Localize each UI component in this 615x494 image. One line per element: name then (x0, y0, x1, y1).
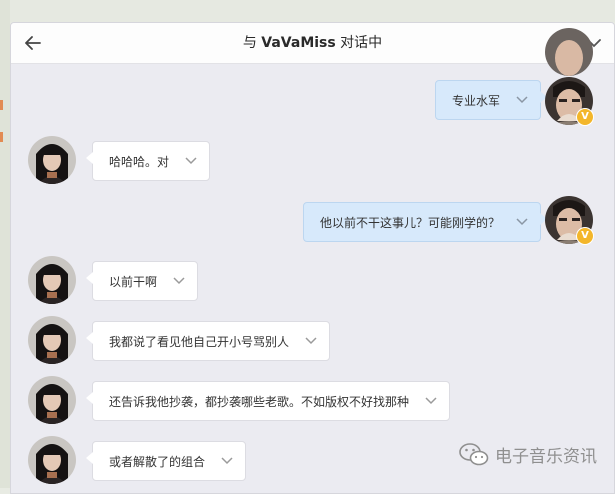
chevron-down-icon[interactable] (305, 337, 317, 345)
wechat-icon (459, 443, 489, 466)
message-list[interactable]: 专业水军 V 哈哈哈。对 他以前不干这事儿？可能刚学的？ V 以前干啊 我都说了… (11, 28, 614, 493)
message-bubble-incoming[interactable]: 哈哈哈。对 (85, 141, 211, 181)
watermark-text: 电子音乐资讯 (495, 446, 597, 467)
contact-avatar[interactable] (28, 256, 76, 304)
verified-badge: V (576, 108, 594, 126)
message-bubble-outgoing[interactable]: 他以前不干这事儿？可能刚学的？ (303, 202, 548, 242)
contact-name: VaVaMiss (261, 35, 336, 51)
chevron-down-icon[interactable] (173, 277, 185, 285)
message-text: 以前干啊 (109, 275, 158, 289)
message-text: 专业水军 (452, 94, 501, 108)
contact-avatar[interactable] (28, 316, 76, 364)
conversation-title: 与 VaVaMiss 对话中 (11, 23, 614, 63)
chevron-down-icon[interactable] (221, 457, 233, 465)
message-bubble-incoming[interactable]: 以前干啊 (85, 261, 199, 301)
chevron-down-icon[interactable] (185, 157, 197, 165)
self-avatar-partial (545, 28, 593, 76)
message-text: 他以前不干这事儿？可能刚学的？ (320, 216, 501, 230)
chevron-down-icon[interactable] (516, 218, 528, 226)
message-bubble-outgoing[interactable]: 专业水军 (435, 80, 548, 120)
edge-mark (0, 132, 3, 142)
title-prefix: 与 (242, 35, 257, 51)
message-bubble-incoming[interactable]: 我都说了看见他自己开小号骂别人 (85, 321, 331, 361)
chevron-down-icon[interactable] (516, 96, 528, 104)
message-text: 我都说了看见他自己开小号骂别人 (109, 335, 290, 349)
message-bubble-incoming[interactable]: 或者解散了的组合 (85, 441, 247, 481)
chat-window: 与 VaVaMiss 对话中 专业水军 V 哈哈哈。对 他以前不干这事儿？可能刚… (10, 22, 615, 494)
watermark: 电子音乐资讯 (459, 440, 597, 468)
contact-avatar[interactable] (28, 376, 76, 424)
contact-avatar[interactable] (28, 436, 76, 484)
edge-mark (0, 100, 3, 110)
chevron-down-icon[interactable] (425, 397, 437, 405)
background-strip (0, 0, 615, 22)
verified-badge: V (576, 227, 594, 245)
title-suffix: 对话中 (340, 35, 383, 51)
message-text: 或者解散了的组合 (109, 455, 206, 469)
contact-avatar[interactable] (28, 136, 76, 184)
message-bubble-incoming[interactable]: 还告诉我他抄袭，都抄袭哪些老歌。不如版权不好找那种 (85, 381, 451, 421)
left-edge-strip (0, 0, 10, 488)
message-text: 哈哈哈。对 (109, 155, 170, 169)
message-text: 还告诉我他抄袭，都抄袭哪些老歌。不如版权不好找那种 (109, 395, 410, 409)
title-bar: 与 VaVaMiss 对话中 (11, 23, 614, 64)
